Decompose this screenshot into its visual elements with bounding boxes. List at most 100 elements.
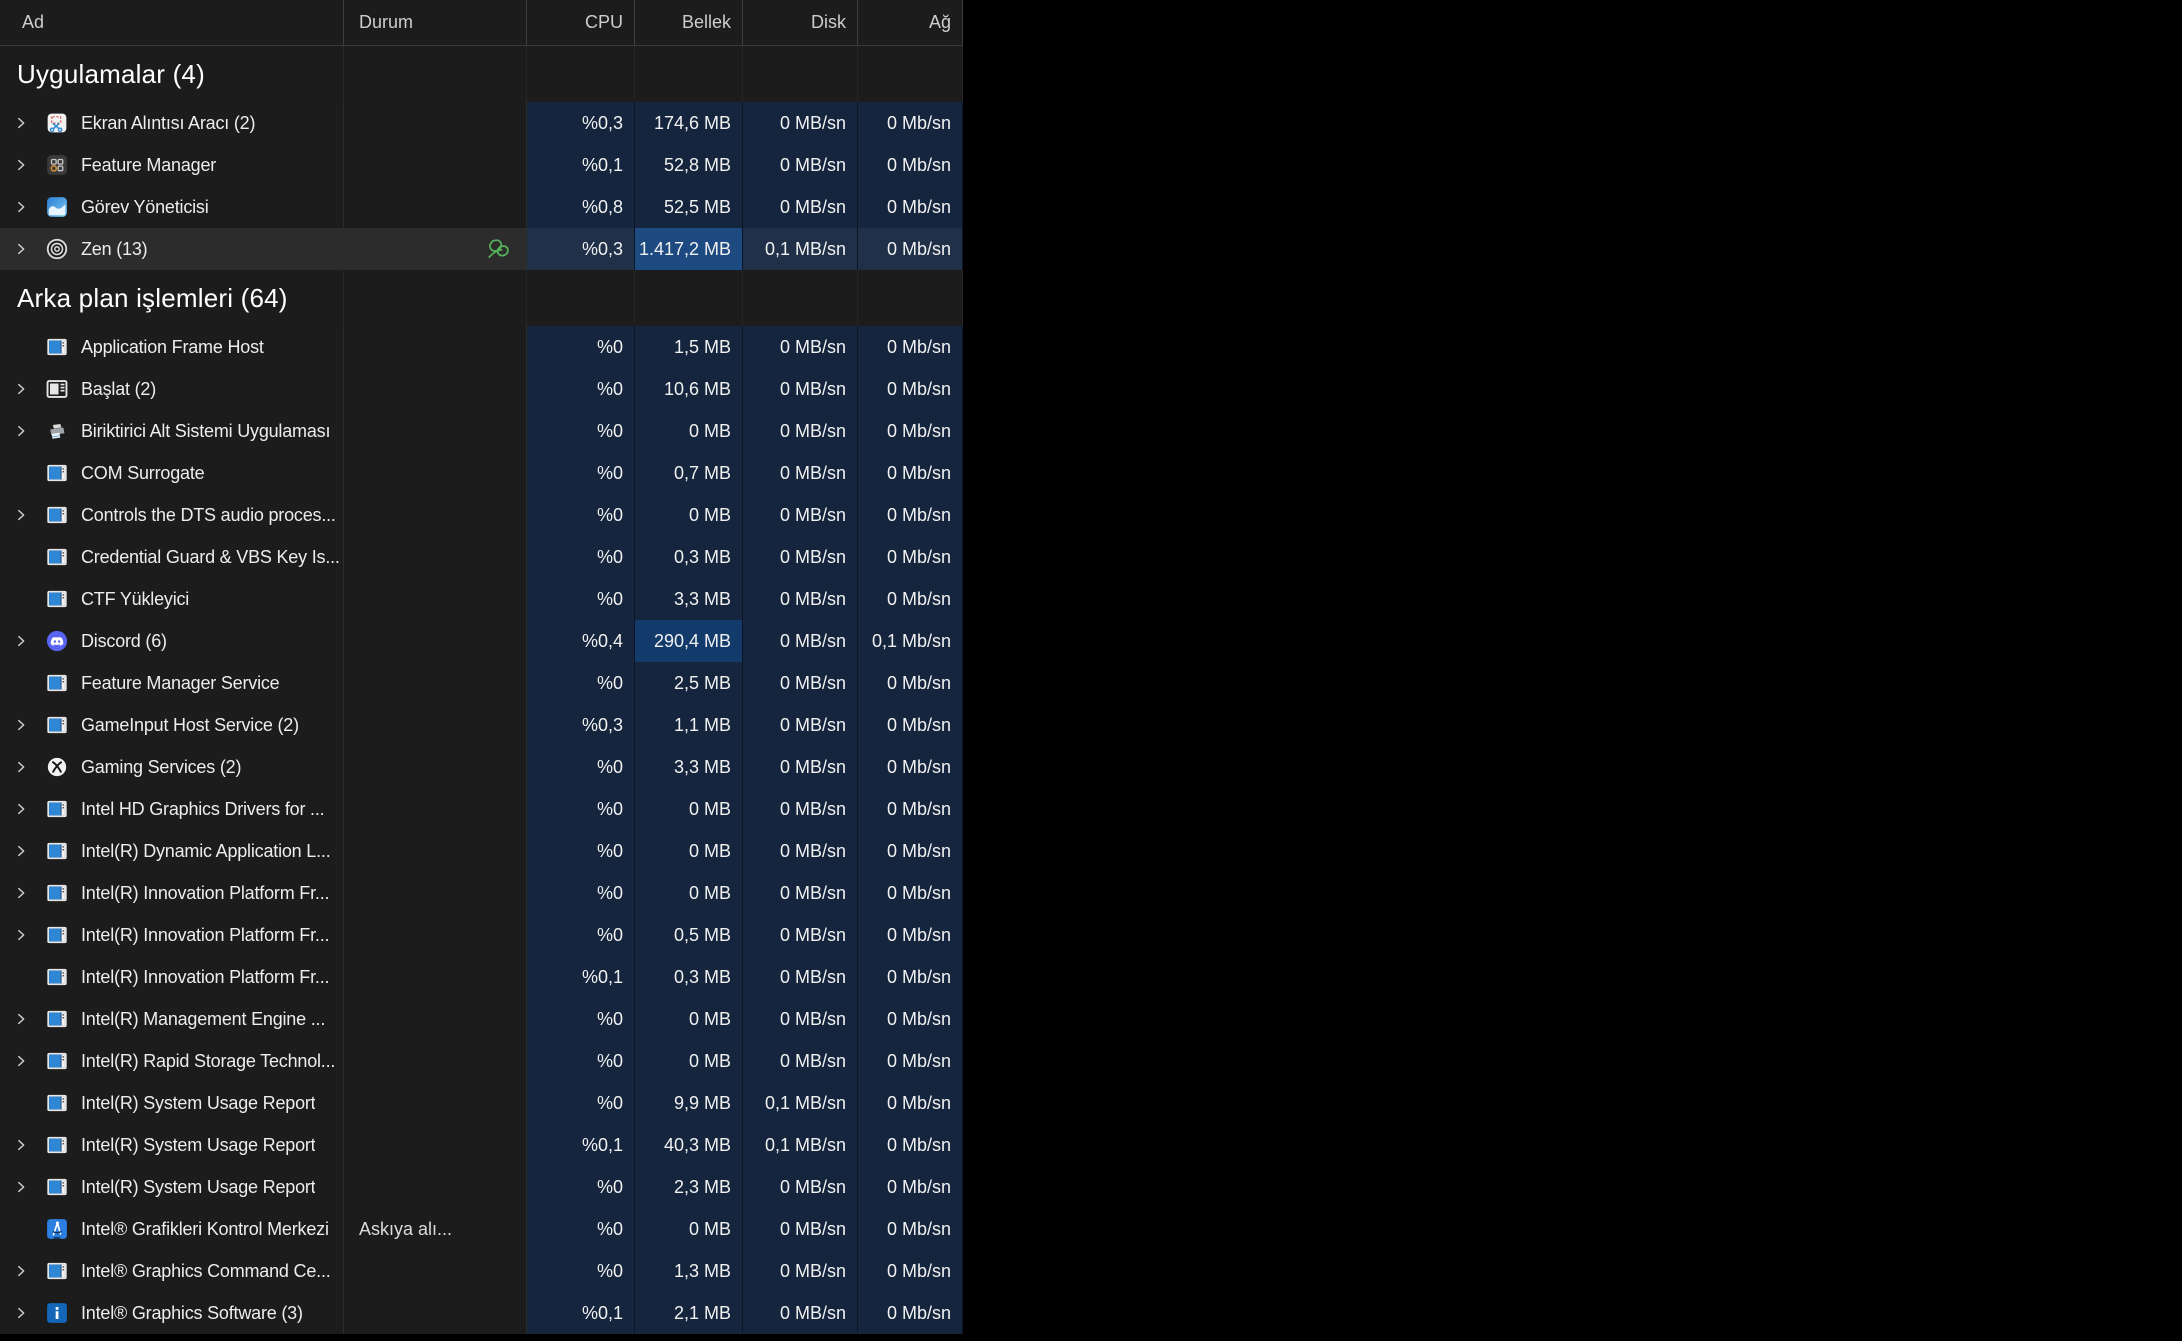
section-header-spacer xyxy=(743,46,858,102)
window-icon xyxy=(46,1176,68,1198)
memory-cell: 3,3 MB xyxy=(635,746,743,788)
process-row[interactable]: Application Frame Host%01,5 MB0 MB/sn0 M… xyxy=(0,326,963,368)
process-row[interactable]: Zen (13)%0,31.417,2 MB0,1 MB/sn0 Mb/sn xyxy=(0,228,963,270)
process-row[interactable]: Görev Yöneticisi%0,852,5 MB0 MB/sn0 Mb/s… xyxy=(0,186,963,228)
process-row[interactable]: Feature Manager Service%02,5 MB0 MB/sn0 … xyxy=(0,662,963,704)
process-row[interactable]: Biriktirici Alt Sistemi Uygulaması%00 MB… xyxy=(0,410,963,452)
process-row[interactable]: Intel HD Graphics Drivers for ...%00 MB0… xyxy=(0,788,963,830)
chevron-right-icon[interactable] xyxy=(14,423,46,439)
disk-cell-value: 0 MB/sn xyxy=(780,883,846,904)
memory-cell-value: 1,3 MB xyxy=(674,1261,731,1282)
process-row[interactable]: Intel(R) Management Engine ...%00 MB0 MB… xyxy=(0,998,963,1040)
chevron-right-icon[interactable] xyxy=(14,1137,46,1153)
network-cell: 0 Mb/sn xyxy=(858,1082,963,1124)
efficiency-leaf-icon xyxy=(484,237,512,261)
process-row[interactable]: Intel(R) System Usage Report%02,3 MB0 MB… xyxy=(0,1166,963,1208)
process-row[interactable]: Discord (6)%0,4290,4 MB0 MB/sn0,1 Mb/sn xyxy=(0,620,963,662)
network-cell-value: 0 Mb/sn xyxy=(887,883,951,904)
memory-cell-value: 0,5 MB xyxy=(674,925,731,946)
chevron-right-icon[interactable] xyxy=(14,157,46,173)
process-name-cell: Credential Guard & VBS Key Is... xyxy=(0,536,344,578)
disk-cell-value: 0 MB/sn xyxy=(780,463,846,484)
chevron-right-icon[interactable] xyxy=(14,1053,46,1069)
process-row[interactable]: Intel(R) System Usage Report%09,9 MB0,1 … xyxy=(0,1082,963,1124)
process-row[interactable]: Intel(R) Innovation Platform Fr...%0,10,… xyxy=(0,956,963,998)
process-row[interactable]: Intel® Graphics Command Ce...%01,3 MB0 M… xyxy=(0,1250,963,1292)
window-icon xyxy=(46,1050,68,1072)
process-name: Discord (6) xyxy=(81,631,167,652)
network-cell-value: 0 Mb/sn xyxy=(887,421,951,442)
column-header-status[interactable]: Durum xyxy=(344,0,527,45)
cpu-cell: %0 xyxy=(527,914,635,956)
process-name-cell: Intel(R) System Usage Report xyxy=(0,1166,344,1208)
section-header: Arka plan işlemleri (64) xyxy=(0,270,344,326)
process-row[interactable]: GameInput Host Service (2)%0,31,1 MB0 MB… xyxy=(0,704,963,746)
process-row[interactable]: Feature Manager%0,152,8 MB0 MB/sn0 Mb/sn xyxy=(0,144,963,186)
chevron-right-icon[interactable] xyxy=(14,1263,46,1279)
process-row[interactable]: CTF Yükleyici%03,3 MB0 MB/sn0 Mb/sn xyxy=(0,578,963,620)
status-cell xyxy=(344,788,527,830)
column-header-disk[interactable]: Disk xyxy=(743,0,858,45)
column-header-mem[interactable]: Bellek xyxy=(635,0,743,45)
chevron-right-icon[interactable] xyxy=(14,115,46,131)
chevron-right-icon[interactable] xyxy=(14,507,46,523)
process-row[interactable]: Gaming Services (2)%03,3 MB0 MB/sn0 Mb/s… xyxy=(0,746,963,788)
process-row[interactable]: Credential Guard & VBS Key Is...%00,3 MB… xyxy=(0,536,963,578)
memory-cell: 0 MB xyxy=(635,788,743,830)
process-name-cell: COM Surrogate xyxy=(0,452,344,494)
process-row[interactable]: Başlat (2)%010,6 MB0 MB/sn0 Mb/sn xyxy=(0,368,963,410)
process-row[interactable]: Controls the DTS audio proces...%00 MB0 … xyxy=(0,494,963,536)
intel-graphics-center-icon xyxy=(46,1218,68,1240)
process-row[interactable]: Intel(R) Dynamic Application L...%00 MB0… xyxy=(0,830,963,872)
cpu-cell-value: %0 xyxy=(597,1219,623,1240)
chevron-right-icon[interactable] xyxy=(14,843,46,859)
memory-cell-value: 174,6 MB xyxy=(654,113,731,134)
column-header-label: CPU xyxy=(585,12,623,33)
cpu-cell-value: %0 xyxy=(597,883,623,904)
cpu-cell: %0,3 xyxy=(527,102,635,144)
chevron-right-icon[interactable] xyxy=(14,241,46,257)
process-row[interactable]: Intel(R) Innovation Platform Fr...%00,5 … xyxy=(0,914,963,956)
process-row[interactable]: Intel(R) Rapid Storage Technol...%00 MB0… xyxy=(0,1040,963,1082)
status-cell xyxy=(344,1124,527,1166)
chevron-right-icon[interactable] xyxy=(14,801,46,817)
chevron-right-icon[interactable] xyxy=(14,381,46,397)
memory-cell-value: 52,5 MB xyxy=(664,197,731,218)
chevron-right-icon[interactable] xyxy=(14,199,46,215)
process-row[interactable]: Ekran Alıntısı Aracı (2)%0,3174,6 MB0 MB… xyxy=(0,102,963,144)
process-name: Intel® Graphics Command Ce... xyxy=(81,1261,331,1282)
process-row[interactable]: Intel(R) Innovation Platform Fr...%00 MB… xyxy=(0,872,963,914)
disk-cell-value: 0 MB/sn xyxy=(780,1051,846,1072)
disk-cell-value: 0 MB/sn xyxy=(780,421,846,442)
memory-cell: 1,3 MB xyxy=(635,1250,743,1292)
cpu-cell: %0,8 xyxy=(527,186,635,228)
process-name: Biriktirici Alt Sistemi Uygulaması xyxy=(81,421,330,442)
status-text: Askıya alı... xyxy=(359,1219,452,1240)
chevron-right-icon[interactable] xyxy=(14,927,46,943)
process-row[interactable]: Intel® Graphics Software (3)%0,12,1 MB0 … xyxy=(0,1292,963,1334)
column-header-name[interactable]: Ad xyxy=(0,0,344,45)
chevron-right-icon[interactable] xyxy=(14,1179,46,1195)
chevron-right-icon[interactable] xyxy=(14,717,46,733)
network-cell: 0 Mb/sn xyxy=(858,494,963,536)
disk-cell-value: 0 MB/sn xyxy=(780,757,846,778)
chevron-right-icon[interactable] xyxy=(14,759,46,775)
process-row[interactable]: Intel® Grafikleri Kontrol MerkeziAskıya … xyxy=(0,1208,963,1250)
chevron-right-icon[interactable] xyxy=(14,1011,46,1027)
cpu-cell: %0 xyxy=(527,452,635,494)
disk-cell: 0 MB/sn xyxy=(743,410,858,452)
process-row[interactable]: COM Surrogate%00,7 MB0 MB/sn0 Mb/sn xyxy=(0,452,963,494)
cpu-cell-value: %0 xyxy=(597,673,623,694)
disk-cell: 0 MB/sn xyxy=(743,1250,858,1292)
process-row[interactable]: Intel(R) System Usage Report%0,140,3 MB0… xyxy=(0,1124,963,1166)
network-cell: 0 Mb/sn xyxy=(858,326,963,368)
snipping-tool-icon xyxy=(46,112,68,134)
chevron-right-icon[interactable] xyxy=(14,1305,46,1321)
disk-cell: 0 MB/sn xyxy=(743,144,858,186)
chevron-right-icon[interactable] xyxy=(14,885,46,901)
intel-info-icon xyxy=(46,1302,68,1324)
column-header-net[interactable]: Ağ xyxy=(858,0,963,45)
chevron-right-icon[interactable] xyxy=(14,633,46,649)
column-header-cpu[interactable]: CPU xyxy=(527,0,635,45)
process-name: CTF Yükleyici xyxy=(81,589,189,610)
